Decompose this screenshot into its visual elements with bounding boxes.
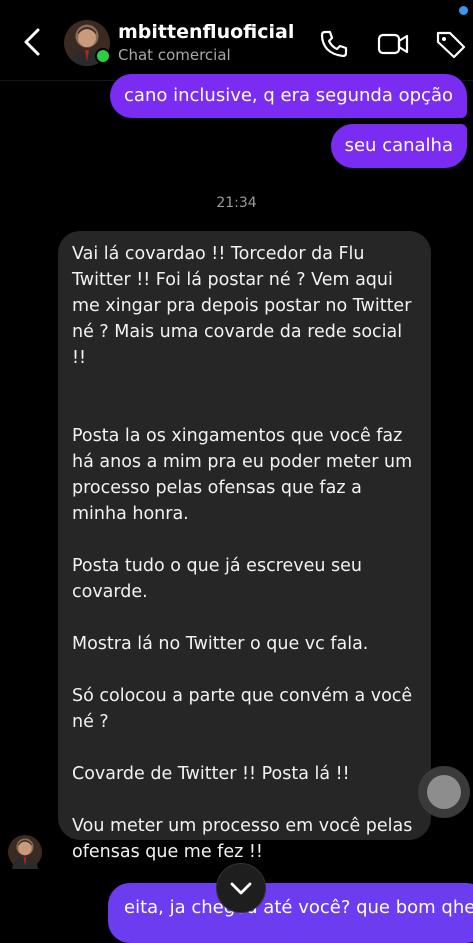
scroll-to-bottom-button[interactable] [216, 863, 266, 913]
tag-icon[interactable] [434, 28, 468, 60]
chat-username[interactable]: mbittenfluoficial [118, 21, 294, 43]
outgoing-message[interactable]: eita, ja chegou até você? que bom qhe [108, 883, 473, 943]
message-paragraph: Mostra lá no Twitter o que vc fala. [72, 634, 369, 654]
floating-assistive-button[interactable] [418, 766, 470, 818]
incoming-message[interactable]: Vai lá covardao !! Torcedor da Flu Twitt… [58, 231, 431, 862]
message-paragraph: Vou meter um processo em você pelas ofen… [72, 816, 413, 862]
video-call-icon[interactable] [376, 28, 410, 60]
sender-avatar[interactable] [8, 835, 42, 869]
message-paragraph: Covarde de Twitter !! Posta lá !! [72, 764, 350, 784]
online-status-dot [95, 48, 111, 64]
message-timestamp: 21:34 [216, 195, 257, 211]
message-paragraph: Só colocou a parte que convém a você né … [72, 686, 413, 732]
message-paragraph: Posta tudo o que já escreveu seu covarde… [72, 556, 363, 602]
chevron-down-icon [230, 882, 252, 895]
chat-header: mbittenfluoficial Chat comercial [0, 0, 473, 81]
person-silhouette-icon [11, 840, 39, 869]
outgoing-message[interactable]: seu canalha [330, 124, 467, 168]
chat-subtitle: Chat comercial [118, 46, 231, 64]
notification-dot [459, 6, 468, 15]
message-paragraph: Posta la os xingamentos que você faz há … [72, 426, 413, 524]
profile-avatar[interactable] [64, 20, 111, 66]
phone-call-icon[interactable] [318, 28, 350, 60]
floating-button-core [427, 775, 461, 809]
outgoing-message[interactable]: cano inclusive, q era segunda opção [110, 74, 467, 118]
back-arrow-icon[interactable] [18, 24, 48, 60]
message-paragraph: Vai lá covardao !! Torcedor da Flu Twitt… [72, 244, 412, 368]
